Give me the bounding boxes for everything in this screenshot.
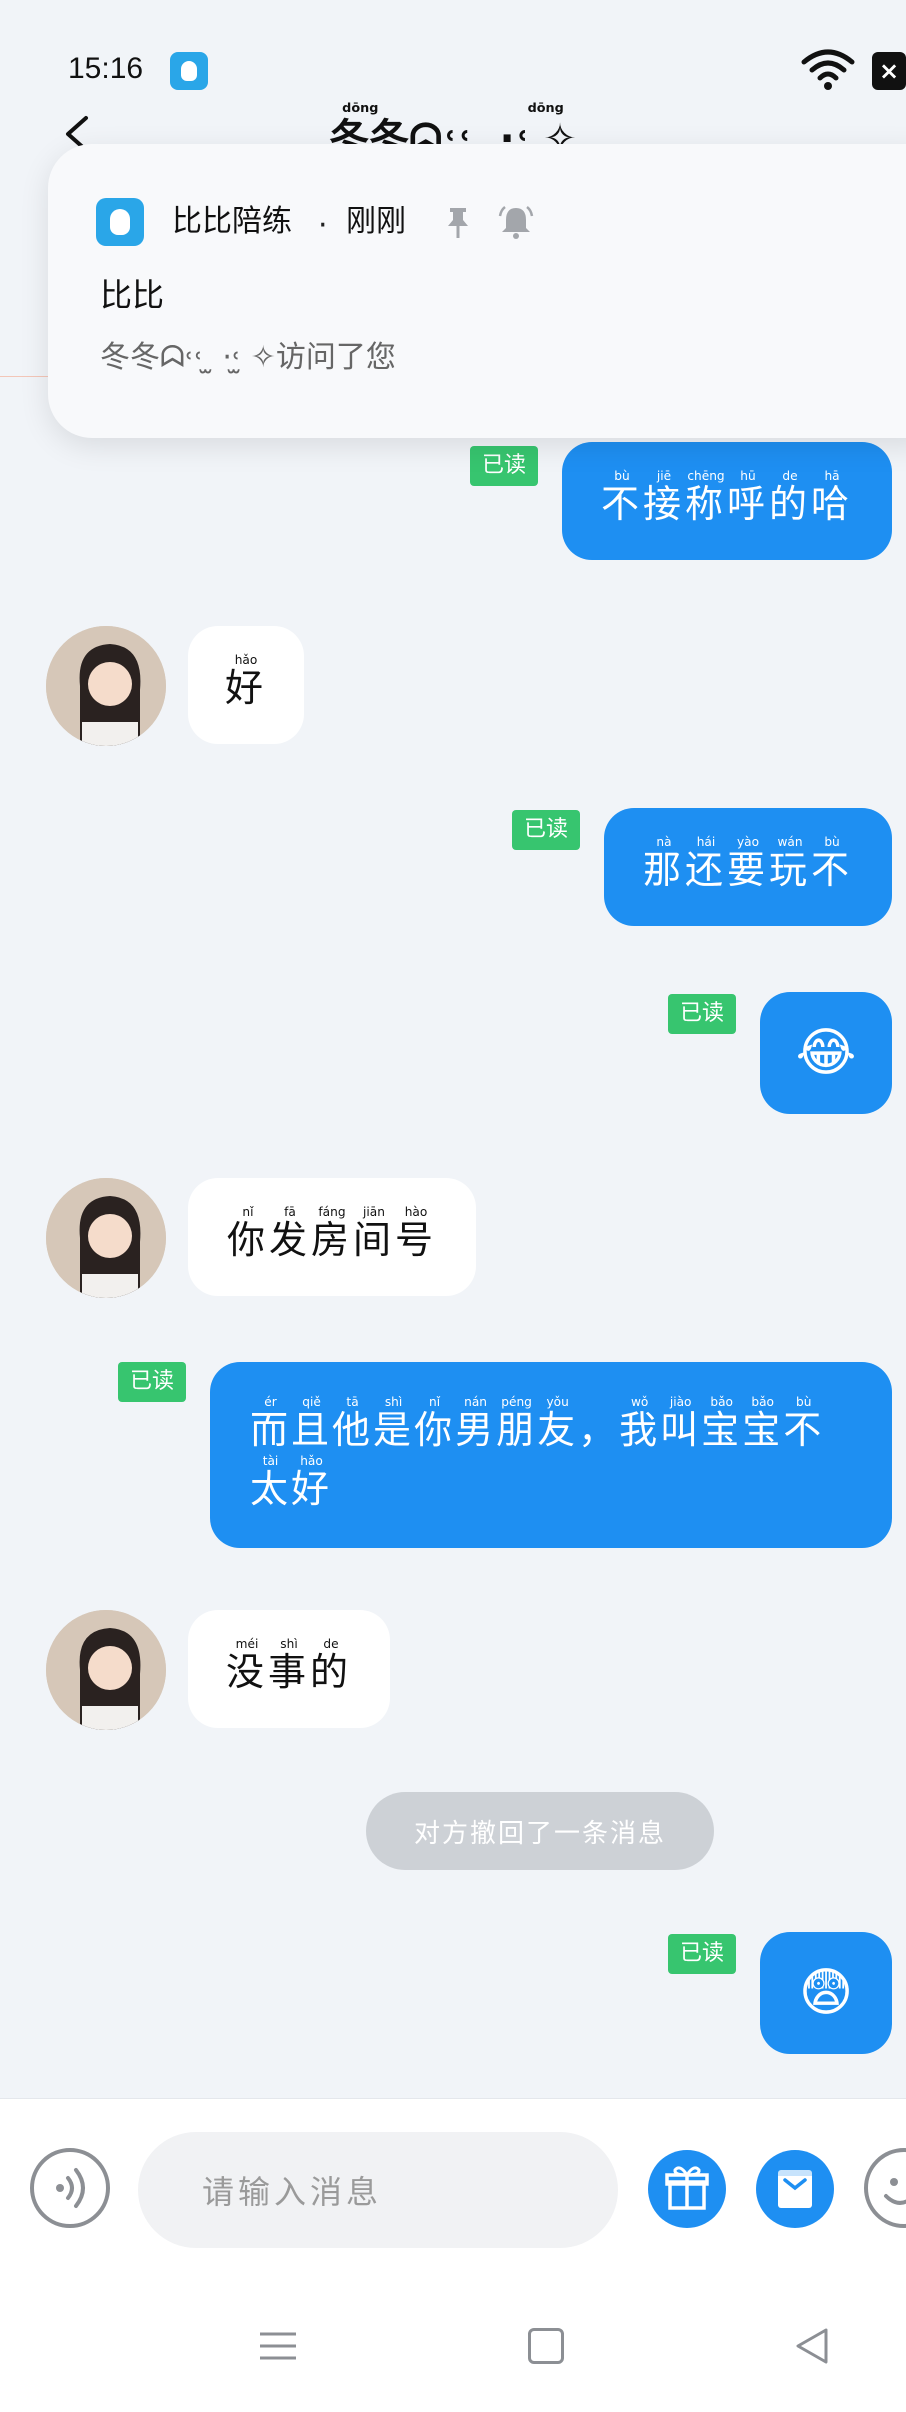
recall-notice: 对方撤回了一条消息 <box>366 1792 714 1870</box>
avatar[interactable] <box>46 626 166 746</box>
read-badge: 已读 <box>668 1934 736 1974</box>
message-bubble-out[interactable]: 😂 <box>760 992 892 1114</box>
order-icon <box>778 2170 812 2208</box>
recall-notice-text: 对方撤回了一条消息 <box>413 1818 666 1849</box>
gift-button[interactable] <box>648 2150 726 2228</box>
emoji-icon <box>884 2178 906 2205</box>
message-input[interactable]: 请输入消息 <box>138 2132 618 2248</box>
message-bubble-out[interactable]: 不bù接jiē称chēng呼hū的de哈hā <box>562 442 892 560</box>
system-nav-bar <box>0 2278 906 2412</box>
notification-title: 比比 <box>100 276 165 314</box>
message-bubble-out[interactable]: 而ér且qiě他tā是shì你nǐ男nán朋péng友yǒu，我wǒ叫jiào宝… <box>210 1362 892 1548</box>
bell-icon[interactable] <box>496 202 536 242</box>
voice-icon <box>56 2168 85 2208</box>
message-text: 好hǎo <box>224 652 267 710</box>
order-button[interactable] <box>756 2150 834 2228</box>
message-text: 你nǐ发fā房fáng间jiān号hào <box>226 1204 438 1262</box>
status-time: 15:16 <box>68 52 144 85</box>
notification-body: 冬冬ᗣ˓˓ ̫ ·˓̫ ✧访问了您 <box>100 340 396 375</box>
chat-title-pinyin: dōng dōng <box>329 101 577 116</box>
gift-icon <box>665 2166 709 2210</box>
read-badge: 已读 <box>512 810 580 850</box>
nav-menu-icon[interactable] <box>258 2328 298 2364</box>
read-badge: 已读 <box>118 1362 186 1402</box>
avatar-image <box>46 1610 166 1730</box>
avatar-image <box>46 626 166 746</box>
emoji-fearful-icon: 😨 <box>798 1963 854 2023</box>
nav-home-icon[interactable] <box>528 2328 564 2364</box>
message-text: 那nà还hái要yào玩wán不bù <box>642 834 854 892</box>
read-badge: 已读 <box>668 994 736 1034</box>
message-bubble-out[interactable]: 那nà还hái要yào玩wán不bù <box>604 808 892 926</box>
avatar[interactable] <box>46 1178 166 1298</box>
message-bubble-in[interactable]: 你nǐ发fā房fáng间jiān号hào <box>188 1178 476 1296</box>
read-badge: 已读 <box>470 446 538 486</box>
avatar[interactable] <box>46 1610 166 1730</box>
wifi-icon <box>801 49 855 90</box>
status-bar: 15:16 × <box>0 0 906 110</box>
close-status-icon: × <box>872 52 906 90</box>
avatar-image <box>46 1178 166 1298</box>
notification-time: 刚刚 <box>346 204 406 239</box>
notification-banner[interactable]: 比比陪练 · 刚刚 比比 冬冬ᗣ˓˓ ̫ ·˓̫ ✧访问了您 <box>48 144 906 438</box>
divider <box>0 376 48 377</box>
pin-icon[interactable] <box>444 206 472 240</box>
message-text: 没méi事shì的de <box>225 1636 353 1694</box>
nav-back-icon[interactable] <box>792 2326 832 2366</box>
message-input-placeholder: 请输入消息 <box>202 2173 383 2211</box>
voice-button[interactable] <box>30 2148 110 2228</box>
message-bubble-in[interactable]: 没méi事shì的de <box>188 1610 390 1728</box>
emoji-button[interactable] <box>864 2148 906 2228</box>
message-bubble-in[interactable]: 好hǎo <box>188 626 304 744</box>
notification-app-name: 比比陪练 <box>172 204 292 239</box>
emoji-laugh-icon: 😂 <box>795 1023 857 1083</box>
app-logo-icon <box>96 198 144 246</box>
app-badge-icon <box>170 52 208 90</box>
notification-separator: · <box>318 208 328 243</box>
message-text: 不bù接jiē称chēng呼hū的de哈hā <box>600 468 854 526</box>
message-text: 而ér且qiě他tā是shì你nǐ男nán朋péng友yǒu，我wǒ叫jiào宝… <box>250 1395 825 1511</box>
message-bubble-out[interactable]: 😨 <box>760 1932 892 2054</box>
